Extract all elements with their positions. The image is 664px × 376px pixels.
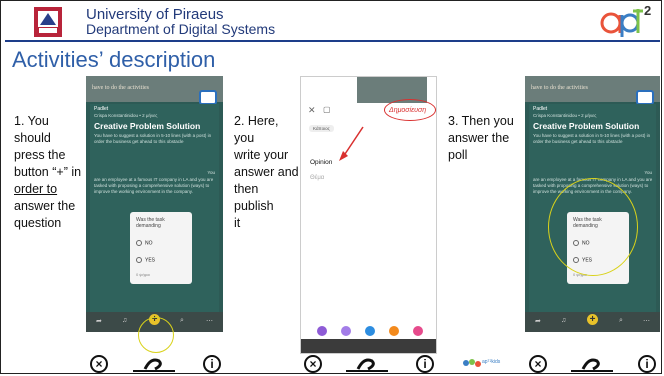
share-icon[interactable]: ➦ <box>96 317 102 325</box>
bell-icon[interactable]: ♫ <box>122 317 127 324</box>
post-title: Creative Problem Solution <box>94 121 201 131</box>
step-3-line: poll <box>448 148 468 162</box>
highlight-ring <box>138 317 174 353</box>
search-icon[interactable]: ⌕ <box>180 317 184 325</box>
step-1-line: button “+” in <box>14 165 82 179</box>
close-icon[interactable]: × <box>304 355 322 373</box>
step-3-line: 3. Then you <box>448 114 514 128</box>
post-description: You have to suggest a solution in 5-10 l… <box>533 133 651 144</box>
phone-top-text: have to do the activities <box>92 85 149 91</box>
bell-icon[interactable]: ♫ <box>561 317 566 324</box>
step-2-line: it <box>234 216 241 230</box>
step-2-line: then publish <box>234 182 274 213</box>
camera-icon <box>199 90 217 105</box>
attachment-icon[interactable]: ▢ <box>323 105 331 114</box>
link-tool-icon[interactable] <box>365 326 375 336</box>
logo-superscript: 2 <box>644 3 652 18</box>
search-tool-icon[interactable] <box>389 326 399 336</box>
poll-card: Was the task demanding NO YES 0 ψήφοι <box>130 212 192 284</box>
editor-toolbar <box>301 324 436 338</box>
title-placeholder[interactable]: Θέμα <box>310 175 324 181</box>
arrow-icon <box>339 126 364 161</box>
link-icon[interactable] <box>346 355 388 373</box>
post-card: Padlet Crispa Konstantinidou • 2 μήνες C… <box>90 104 219 326</box>
post-you: You <box>644 170 652 175</box>
step-1-line: 1. You should <box>14 114 51 145</box>
author-chip: Κάποιος <box>309 125 334 132</box>
header-divider <box>5 40 660 42</box>
link-icon[interactable] <box>133 355 175 373</box>
kids-logo-text: apᵀ²kids <box>482 359 501 365</box>
step-3-text: 3. Then you answer the poll <box>448 113 518 164</box>
info-icon[interactable]: i <box>416 355 434 373</box>
ap2kids-logo-icon: apᵀ²kids <box>462 356 502 370</box>
controls-bar <box>525 332 660 354</box>
poll-question: Was the task demanding <box>136 217 165 229</box>
department-name: Department of Digital Systems <box>86 21 276 37</box>
keyboard-strip <box>301 339 436 353</box>
step-2-line: answer and <box>234 165 299 179</box>
post-title: Creative Problem Solution <box>533 121 640 131</box>
step-2-text: 2. Here, you write your answer and then … <box>234 113 300 232</box>
university-crest-icon <box>34 7 62 37</box>
search-icon[interactable]: ⌕ <box>619 317 623 325</box>
step-1-text: 1. You should press the button “+” in or… <box>14 113 86 232</box>
post-username: Padlet <box>94 106 109 112</box>
slide-title: Activities’ description <box>12 47 216 72</box>
post-description: You have to suggest a solution in 5-10 l… <box>94 133 212 144</box>
gif-tool-icon[interactable] <box>341 326 351 336</box>
step-2-line: 2. Here, you <box>234 114 279 145</box>
add-post-button[interactable]: + <box>587 314 598 325</box>
close-icon[interactable]: × <box>529 355 547 373</box>
publish-highlight-ring <box>384 99 436 121</box>
close-icon[interactable]: × <box>90 355 108 373</box>
phone-screenshot-2: ✕ ▢ Δημοσίευση Κάποιος Opinion Θέμα <box>300 76 437 354</box>
step-1-line: answer the <box>14 199 76 213</box>
post-meta: Crispa Konstantinidou • 2 μήνες <box>533 113 597 118</box>
step-3-line: answer the <box>448 131 510 145</box>
step-1-line: press the <box>14 148 66 162</box>
step-1-line: question <box>14 216 62 230</box>
answer-text[interactable]: Opinion <box>310 159 332 166</box>
step-2-line: write your <box>234 148 289 162</box>
more-icon[interactable]: ⋯ <box>206 317 213 325</box>
poll-option-no[interactable]: NO <box>136 240 153 246</box>
more-tool-icon[interactable] <box>413 326 423 336</box>
info-icon[interactable]: i <box>638 355 656 373</box>
info-icon[interactable]: i <box>203 355 221 373</box>
post-username: Padlet <box>533 106 548 112</box>
share-icon[interactable]: ➦ <box>535 317 541 325</box>
university-name: University of Piraeus <box>86 6 224 23</box>
phone-top-text: have to do the activities <box>531 85 588 91</box>
post-meta: Crispa Konstantinidou • 2 μήνες <box>94 113 158 118</box>
poll-votes: 0 ψήφοι <box>136 272 151 277</box>
poll-option-yes[interactable]: YES <box>136 257 155 263</box>
post-scenario: are an employee at a famous IT company i… <box>94 177 214 194</box>
close-editor-icon[interactable]: ✕ <box>308 105 316 116</box>
phone-screenshot-1: have to do the activities Padlet Crispa … <box>86 76 223 354</box>
poll-highlight-ring <box>548 178 638 276</box>
post-you: You <box>207 170 215 175</box>
camera-tool-icon[interactable] <box>317 326 327 336</box>
link-icon[interactable] <box>571 355 613 373</box>
more-icon[interactable]: ⋯ <box>643 317 650 325</box>
camera-icon <box>636 90 654 105</box>
ap2-logo-icon: 2 <box>600 3 656 37</box>
step-1-line: order to <box>14 182 58 196</box>
